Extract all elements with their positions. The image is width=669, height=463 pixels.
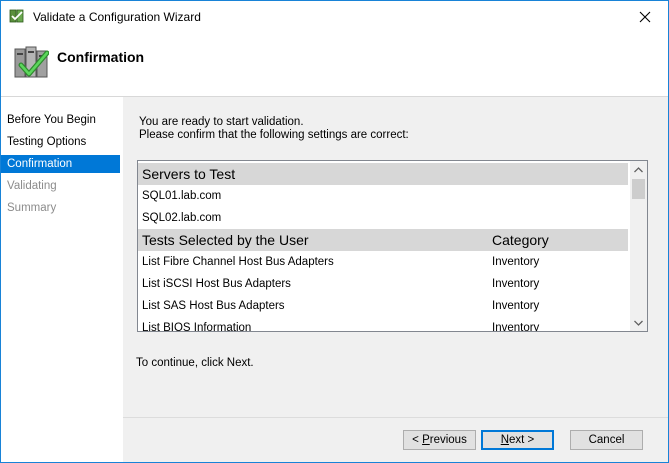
list-item[interactable]: List BIOS Information Inventory [138, 317, 628, 332]
title-bar[interactable]: Validate a Configuration Wizard [1, 1, 668, 32]
test-category: Inventory [492, 278, 540, 290]
scroll-up-button[interactable] [630, 161, 647, 178]
wizard-header: Confirmation [1, 32, 668, 92]
next-label: ext > [509, 434, 535, 446]
cluster-check-icon [14, 46, 49, 78]
servers-section-header: Servers to Test [138, 163, 628, 185]
list-scrollbar[interactable] [630, 161, 647, 331]
test-category: Inventory [492, 256, 540, 268]
previous-button[interactable]: < Previous [403, 430, 476, 450]
previous-accelerator: P [422, 434, 430, 446]
test-name: List iSCSI Host Bus Adapters [142, 278, 291, 290]
cancel-button[interactable]: Cancel [570, 430, 643, 450]
intro-text: You are ready to start validation. [139, 116, 304, 128]
previous-label: revious [429, 434, 467, 446]
nav-step-validating: Validating [7, 180, 57, 192]
list-item[interactable]: List Fibre Channel Host Bus Adapters Inv… [138, 251, 628, 273]
next-button[interactable]: Next > [481, 430, 554, 450]
wizard-steps-nav: Before You Begin Testing Options Confirm… [1, 97, 123, 462]
next-accelerator: N [500, 434, 510, 446]
settings-list[interactable]: Servers to Test SQL01.lab.com SQL02.lab.… [137, 160, 648, 332]
list-item[interactable]: List SAS Host Bus Adapters Inventory [138, 295, 628, 317]
content-panel: You are ready to start validation. Pleas… [123, 97, 668, 417]
close-icon [639, 11, 651, 22]
close-button[interactable] [622, 1, 668, 32]
window-title: Validate a Configuration Wizard [33, 10, 201, 24]
server-name: SQL01.lab.com [142, 190, 222, 202]
previous-prefix: < [412, 434, 423, 446]
list-item[interactable]: SQL02.lab.com [138, 207, 628, 229]
nav-step-testing-options[interactable]: Testing Options [1, 133, 120, 151]
chevron-up-icon [634, 166, 643, 172]
test-name: List BIOS Information [142, 322, 252, 332]
servers-header-label: Servers to Test [142, 166, 236, 182]
intro-instruction: Please confirm that the following settin… [139, 129, 409, 141]
nav-step-before-you-begin[interactable]: Before You Begin [1, 111, 120, 129]
continue-instruction: To continue, click Next. [136, 357, 254, 369]
nav-step-summary: Summary [7, 202, 57, 214]
test-category: Inventory [492, 322, 540, 332]
chevron-down-icon [634, 320, 643, 326]
test-name: List Fibre Channel Host Bus Adapters [142, 256, 334, 268]
tests-section-header: Tests Selected by the User Category [138, 229, 628, 251]
category-header-label: Category [492, 232, 549, 248]
nav-step-confirmation[interactable]: Confirmation [1, 155, 120, 173]
server-name: SQL02.lab.com [142, 212, 222, 224]
list-item[interactable]: SQL01.lab.com [138, 185, 628, 207]
wizard-window: Validate a Configuration Wizard Confirma… [0, 0, 669, 463]
button-bar: < Previous Next > Cancel [123, 417, 668, 462]
cluster-validate-icon [9, 9, 24, 23]
page-title: Confirmation [57, 49, 145, 65]
scroll-down-button[interactable] [630, 314, 647, 331]
test-name: List SAS Host Bus Adapters [142, 300, 285, 312]
test-category: Inventory [492, 300, 540, 312]
tests-header-label: Tests Selected by the User [142, 232, 309, 248]
list-item[interactable]: List iSCSI Host Bus Adapters Inventory [138, 273, 628, 295]
scroll-thumb[interactable] [632, 179, 645, 199]
